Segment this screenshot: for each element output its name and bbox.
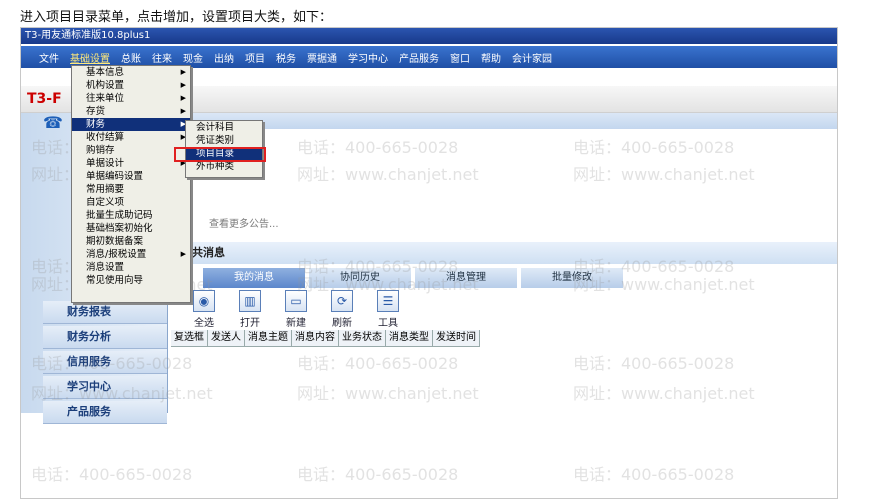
menu-cash[interactable]: 现金 xyxy=(183,50,203,65)
arrow-right-icon: ▶ xyxy=(180,107,186,115)
menu-learning[interactable]: 学习中心 xyxy=(348,50,388,65)
menu-products[interactable]: 产品服务 xyxy=(399,50,439,65)
message-table-header: 复选框 发送人 消息主题 消息内容 业务状态 消息类型 发送时间 xyxy=(171,330,480,347)
tab-my-messages[interactable]: 我的消息 xyxy=(203,268,305,288)
menu-ledger[interactable]: 总账 xyxy=(121,50,141,65)
menu-tax[interactable]: 税务 xyxy=(276,50,296,65)
col-checkbox[interactable]: 复选框 xyxy=(171,330,208,347)
watermark-phone: 电话：400-665-0028 xyxy=(31,354,193,373)
menu-file[interactable]: 文件 xyxy=(39,50,59,65)
nav-financial-analysis[interactable]: 财务分析 xyxy=(43,326,167,349)
message-toolbar: ◉ 全选 ▥ 打开 ▭ 新建 ⟳ 刷新 ☰ 工具 xyxy=(181,290,411,329)
menu-item-archive-init[interactable]: 基础档案初始化 xyxy=(72,222,190,235)
menu-item-opening-data[interactable]: 期初数据备案 xyxy=(72,235,190,248)
window-title: T3-用友通标准版10.8plus1 xyxy=(21,28,837,44)
watermark-site: 网址：www.chanjet.net xyxy=(297,165,479,184)
menu-item-common-summary[interactable]: 常用摘要 xyxy=(72,183,190,196)
watermark-site: 网址：www.chanjet.net xyxy=(573,384,755,403)
watermark-site: 网址：www.chanjet.net xyxy=(573,165,755,184)
menu-project[interactable]: 项目 xyxy=(245,50,265,65)
nav-financial-reports[interactable]: 财务报表 xyxy=(43,301,167,324)
menu-item-message-settings[interactable]: 消息设置 xyxy=(72,261,190,274)
menu-item-purchase-sales[interactable]: 购销存 xyxy=(72,144,190,157)
menu-item-wizard[interactable]: 常见使用向导 xyxy=(72,274,190,287)
col-sender[interactable]: 发送人 xyxy=(208,330,245,347)
arrow-right-icon: ▶ xyxy=(180,94,186,102)
menu-item-mnemonic[interactable]: 批量生成助记码 xyxy=(72,209,190,222)
menu-cashier[interactable]: 出纳 xyxy=(214,50,234,65)
menu-invoice[interactable]: 票据通 xyxy=(307,50,337,65)
menu-help[interactable]: 帮助 xyxy=(481,50,501,65)
menu-item-doc-numbering[interactable]: 单据编码设置 xyxy=(72,170,190,183)
menu-item-finance[interactable]: 财务 ▶ xyxy=(72,118,190,131)
col-subject[interactable]: 消息主题 xyxy=(245,330,292,347)
watermark-phone: 电话：400-665-0028 xyxy=(573,354,735,373)
watermark-phone: 电话：400-665-0028 xyxy=(297,465,459,484)
watermark-phone: 电话：400-665-0028 xyxy=(573,465,735,484)
submenu-item-accounts[interactable]: 会计科目 xyxy=(186,121,262,134)
col-content[interactable]: 消息内容 xyxy=(292,330,339,347)
arrow-right-icon: ▶ xyxy=(180,81,186,89)
watermark-site: 网址：www.chanjet.net xyxy=(297,384,479,403)
menu-window[interactable]: 窗口 xyxy=(450,50,470,65)
menu-item-basic-info[interactable]: 基本信息 ▶ xyxy=(72,66,190,79)
content-header-bar xyxy=(169,113,837,129)
more-notices-link[interactable]: 查看更多公告... xyxy=(209,215,279,230)
arrow-right-icon: ▶ xyxy=(180,250,186,258)
menu-accounting-home[interactable]: 会计家园 xyxy=(512,50,552,65)
col-status[interactable]: 业务状态 xyxy=(339,330,386,347)
brand-logo: T3-F xyxy=(27,91,62,107)
basic-settings-dropdown: 基本信息 ▶ 机构设置 ▶ 往来单位 ▶ 存货 ▶ 财务 ▶ 收付结算 ▶ 购销存 单据设计… xyxy=(71,65,191,303)
instruction-text: 进入项目目录菜单，点击增加，设置项目大类，如下： xyxy=(20,10,333,25)
watermark-site: 网址：www.chanjet.net xyxy=(31,384,213,403)
public-messages-bar: 公共消息 xyxy=(169,242,837,264)
menu-item-custom-fields[interactable]: 自定义项 xyxy=(72,196,190,209)
col-type[interactable]: 消息类型 xyxy=(386,330,433,347)
watermark-site: 网址：www.chanjet.net xyxy=(297,275,479,294)
menu-item-settlement[interactable]: 收付结算 ▶ xyxy=(72,131,190,144)
menu-item-org-settings[interactable]: 机构设置 ▶ xyxy=(72,79,190,92)
watermark-site: 网址：www.chanjet.net xyxy=(573,275,755,294)
new-button[interactable]: ▭ 新建 xyxy=(273,290,319,329)
menu-basic-settings[interactable]: 基础设置 xyxy=(70,50,110,65)
nav-product-service[interactable]: 产品服务 xyxy=(43,401,167,424)
menu-item-partners[interactable]: 往来单位 ▶ xyxy=(72,92,190,105)
watermark-phone: 电话：400-665-0028 xyxy=(573,138,735,157)
refresh-button[interactable]: ⟳ 刷新 xyxy=(319,290,365,329)
watermark-phone: 电话：400-665-0028 xyxy=(31,465,193,484)
menu-item-voucher-design[interactable]: 单据设计 ▶ xyxy=(72,157,190,170)
submenu-item-voucher-types[interactable]: 凭证类别 xyxy=(186,134,262,147)
watermark-phone: 电话：400-665-0028 xyxy=(297,138,459,157)
open-icon: ▥ xyxy=(239,290,261,312)
menu-receivables[interactable]: 往来 xyxy=(152,50,172,65)
col-time[interactable]: 发送时间 xyxy=(433,330,480,347)
tools-button[interactable]: ☰ 工具 xyxy=(365,290,411,329)
app-screenshot: T3-用友通标准版10.8plus1 文件 基础设置 总账 往来 现金 出纳 项… xyxy=(20,27,838,499)
callout-highlight-box xyxy=(174,147,266,162)
menu-item-inventory[interactable]: 存货 ▶ xyxy=(72,105,190,118)
watermark-phone: 电话：400-665-0028 xyxy=(297,354,459,373)
arrow-right-icon: ▶ xyxy=(180,68,186,76)
phone-icon: ☎ xyxy=(43,113,63,132)
open-button[interactable]: ▥ 打开 xyxy=(227,290,273,329)
menu-item-message-tax[interactable]: 消息/报税设置 ▶ xyxy=(72,248,190,261)
